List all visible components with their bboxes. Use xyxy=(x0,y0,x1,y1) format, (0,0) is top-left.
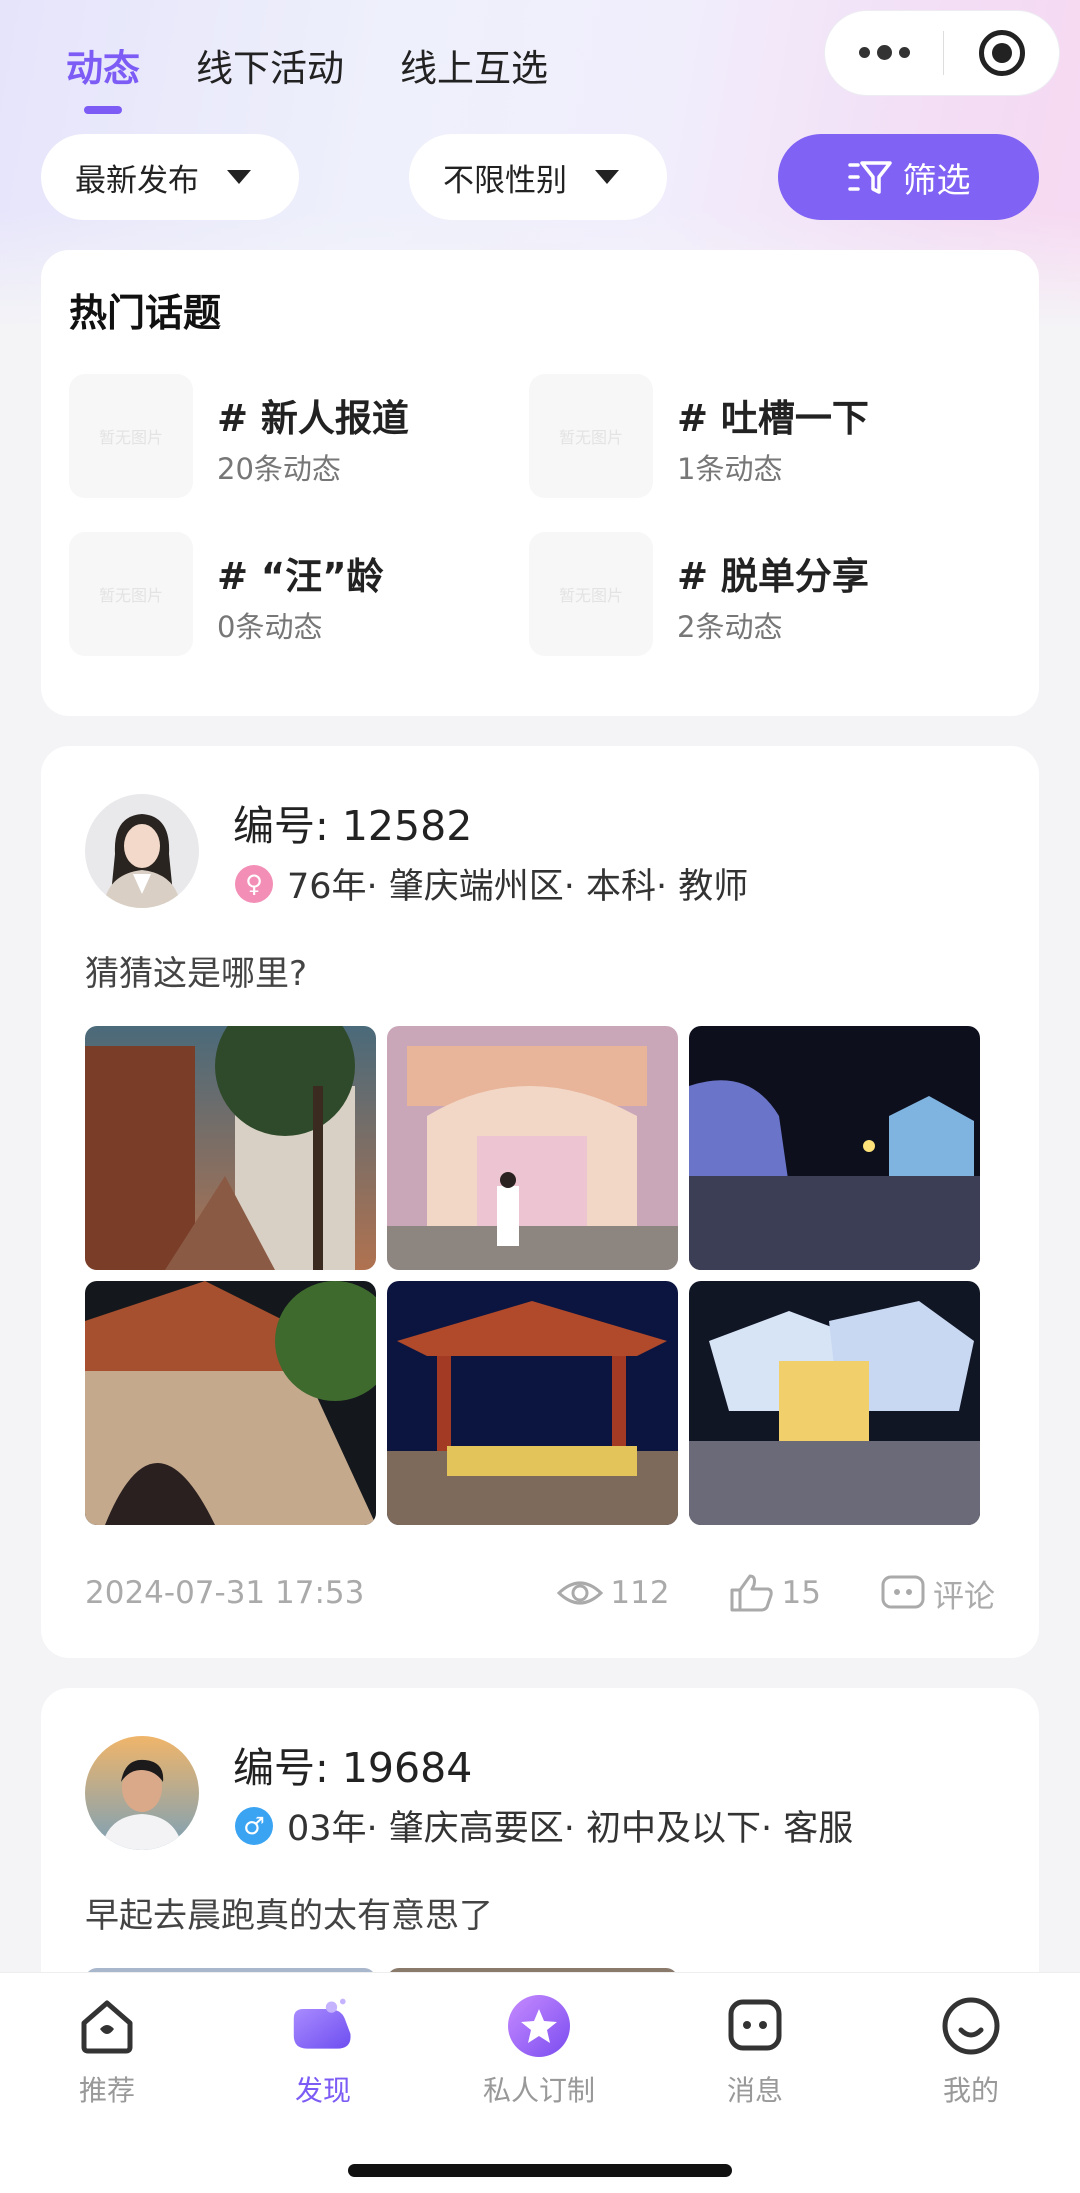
user-details: 76年· 肇庆端州区· 本科· 教师 xyxy=(287,867,749,907)
user-details: 03年· 肇庆高要区· 初中及以下· 客服 xyxy=(287,1809,854,1849)
photo-grid xyxy=(85,1026,980,1525)
topic-count: 20条动态 xyxy=(217,452,341,486)
tabbar-item-discover[interactable]: 发现 xyxy=(243,1993,403,2109)
topic-name: # “汪”龄 xyxy=(217,555,384,598)
star-badge-icon xyxy=(506,1993,572,2059)
caret-down-icon xyxy=(595,170,619,184)
post-time: 2024-07-31 17:53 xyxy=(85,1575,365,1611)
post-photo[interactable] xyxy=(85,1026,376,1270)
filter-icon xyxy=(847,161,892,194)
post-photo[interactable] xyxy=(689,1281,980,1525)
view-count-value: 112 xyxy=(610,1575,670,1611)
gender-filter-label: 不限性别 xyxy=(443,162,567,199)
active-tab-indicator xyxy=(84,106,122,114)
tabbar-item-recommend[interactable]: 推荐 xyxy=(27,1993,187,2109)
topic-item[interactable]: 暂无图片 # 吐槽一下 1条动态 xyxy=(529,374,969,498)
topic-count: 0条动态 xyxy=(217,610,323,644)
topic-count: 2条动态 xyxy=(677,610,783,644)
topic-name: # 脱单分享 xyxy=(677,555,869,598)
topic-thumbnail: 暂无图片 xyxy=(69,532,193,656)
user-id: 编号: 12582 xyxy=(233,802,473,850)
post-photo[interactable] xyxy=(689,1026,980,1270)
topic-thumbnail: 暂无图片 xyxy=(529,532,653,656)
topic-name: # 新人报道 xyxy=(217,397,409,440)
tabbar-label: 发现 xyxy=(294,2074,351,2107)
tabbar-label: 推荐 xyxy=(78,2074,135,2107)
discover-icon xyxy=(290,1993,356,2059)
filter-button[interactable]: 筛选 xyxy=(778,134,1039,220)
more-icon[interactable] xyxy=(825,44,943,60)
sort-label: 最新发布 xyxy=(75,162,199,199)
like-count: 15 xyxy=(781,1575,821,1611)
filter-button-label: 筛选 xyxy=(902,160,971,201)
post-photo[interactable] xyxy=(85,1281,376,1525)
post-text: 猜猜这是哪里? xyxy=(85,954,308,994)
hot-topics-title: 热门话题 xyxy=(69,291,222,335)
like-button[interactable]: 15 xyxy=(728,1573,821,1613)
user-info: ♀ 76年· 肇庆端州区· 本科· 教师 xyxy=(235,858,748,909)
post-footer: 2024-07-31 17:53 112 15 评论 xyxy=(85,1568,995,1618)
comment-icon xyxy=(881,1575,925,1609)
tab-label: 动态 xyxy=(66,47,140,90)
gender-dropdown[interactable]: 不限性别 xyxy=(409,134,667,220)
tabbar-label: 我的 xyxy=(942,2074,999,2107)
user-id: 编号: 19684 xyxy=(233,1744,473,1792)
tab-dynamics[interactable]: 动态 xyxy=(66,38,140,114)
topic-thumbnail: 暂无图片 xyxy=(529,374,653,498)
tab-label: 线上互选 xyxy=(400,47,548,90)
post-photo[interactable] xyxy=(387,1026,678,1270)
home-indicator xyxy=(348,2164,732,2177)
thumbs-up-icon xyxy=(730,1574,773,1612)
tabbar-item-custom[interactable]: 私人订制 xyxy=(459,1993,619,2109)
post-text: 早起去晨跑真的太有意思了 xyxy=(85,1896,493,1936)
female-icon: ♀ xyxy=(235,864,273,903)
tabbar-item-messages[interactable]: 消息 xyxy=(675,1993,835,2109)
comment-button[interactable]: 评论 xyxy=(879,1571,995,1616)
message-icon xyxy=(722,1993,788,2059)
tab-offline-events[interactable]: 线下活动 xyxy=(196,38,344,92)
topic-item[interactable]: 暂无图片 # 新人报道 20条动态 xyxy=(69,374,509,498)
profile-icon xyxy=(938,1993,1004,2059)
tabbar-label: 私人订制 xyxy=(482,2074,595,2107)
post-card[interactable]: 编号: 12582 ♀ 76年· 肇庆端州区· 本科· 教师 猜猜这是哪里? 2… xyxy=(41,746,1039,1658)
eye-icon xyxy=(557,1581,604,1605)
tabbar-item-profile[interactable]: 我的 xyxy=(891,1993,1051,2109)
topic-item[interactable]: 暂无图片 # “汪”龄 0条动态 xyxy=(69,532,509,656)
topic-thumbnail: 暂无图片 xyxy=(69,374,193,498)
tab-label: 线下活动 xyxy=(196,47,344,90)
view-count: 112 xyxy=(556,1573,670,1613)
topic-count: 1条动态 xyxy=(677,452,783,486)
comment-label: 评论 xyxy=(933,1578,995,1615)
post-photo[interactable] xyxy=(387,1281,678,1525)
avatar[interactable] xyxy=(85,1736,199,1850)
close-target-icon[interactable] xyxy=(944,30,1059,76)
user-info: ♂ 03年· 肇庆高要区· 初中及以下· 客服 xyxy=(235,1800,853,1851)
miniprogram-capsule xyxy=(824,10,1060,96)
sort-dropdown[interactable]: 最新发布 xyxy=(41,134,299,220)
avatar[interactable] xyxy=(85,794,199,908)
bottom-tab-bar: 推荐 发现 私人订制 消息 我的 xyxy=(0,1972,1080,2193)
male-icon: ♂ xyxy=(235,1806,273,1845)
caret-down-icon xyxy=(227,170,251,184)
tabbar-label: 消息 xyxy=(726,2074,783,2107)
hot-topics-card: 热门话题 暂无图片 # 新人报道 20条动态 暂无图片 # 吐槽一下 1条动态 … xyxy=(41,250,1039,716)
topic-name: # 吐槽一下 xyxy=(677,397,869,440)
topic-item[interactable]: 暂无图片 # 脱单分享 2条动态 xyxy=(529,532,969,656)
home-icon xyxy=(74,1993,140,2059)
top-tabs: 动态 线下活动 线上互选 xyxy=(66,38,548,114)
tab-online-match[interactable]: 线上互选 xyxy=(400,38,548,92)
